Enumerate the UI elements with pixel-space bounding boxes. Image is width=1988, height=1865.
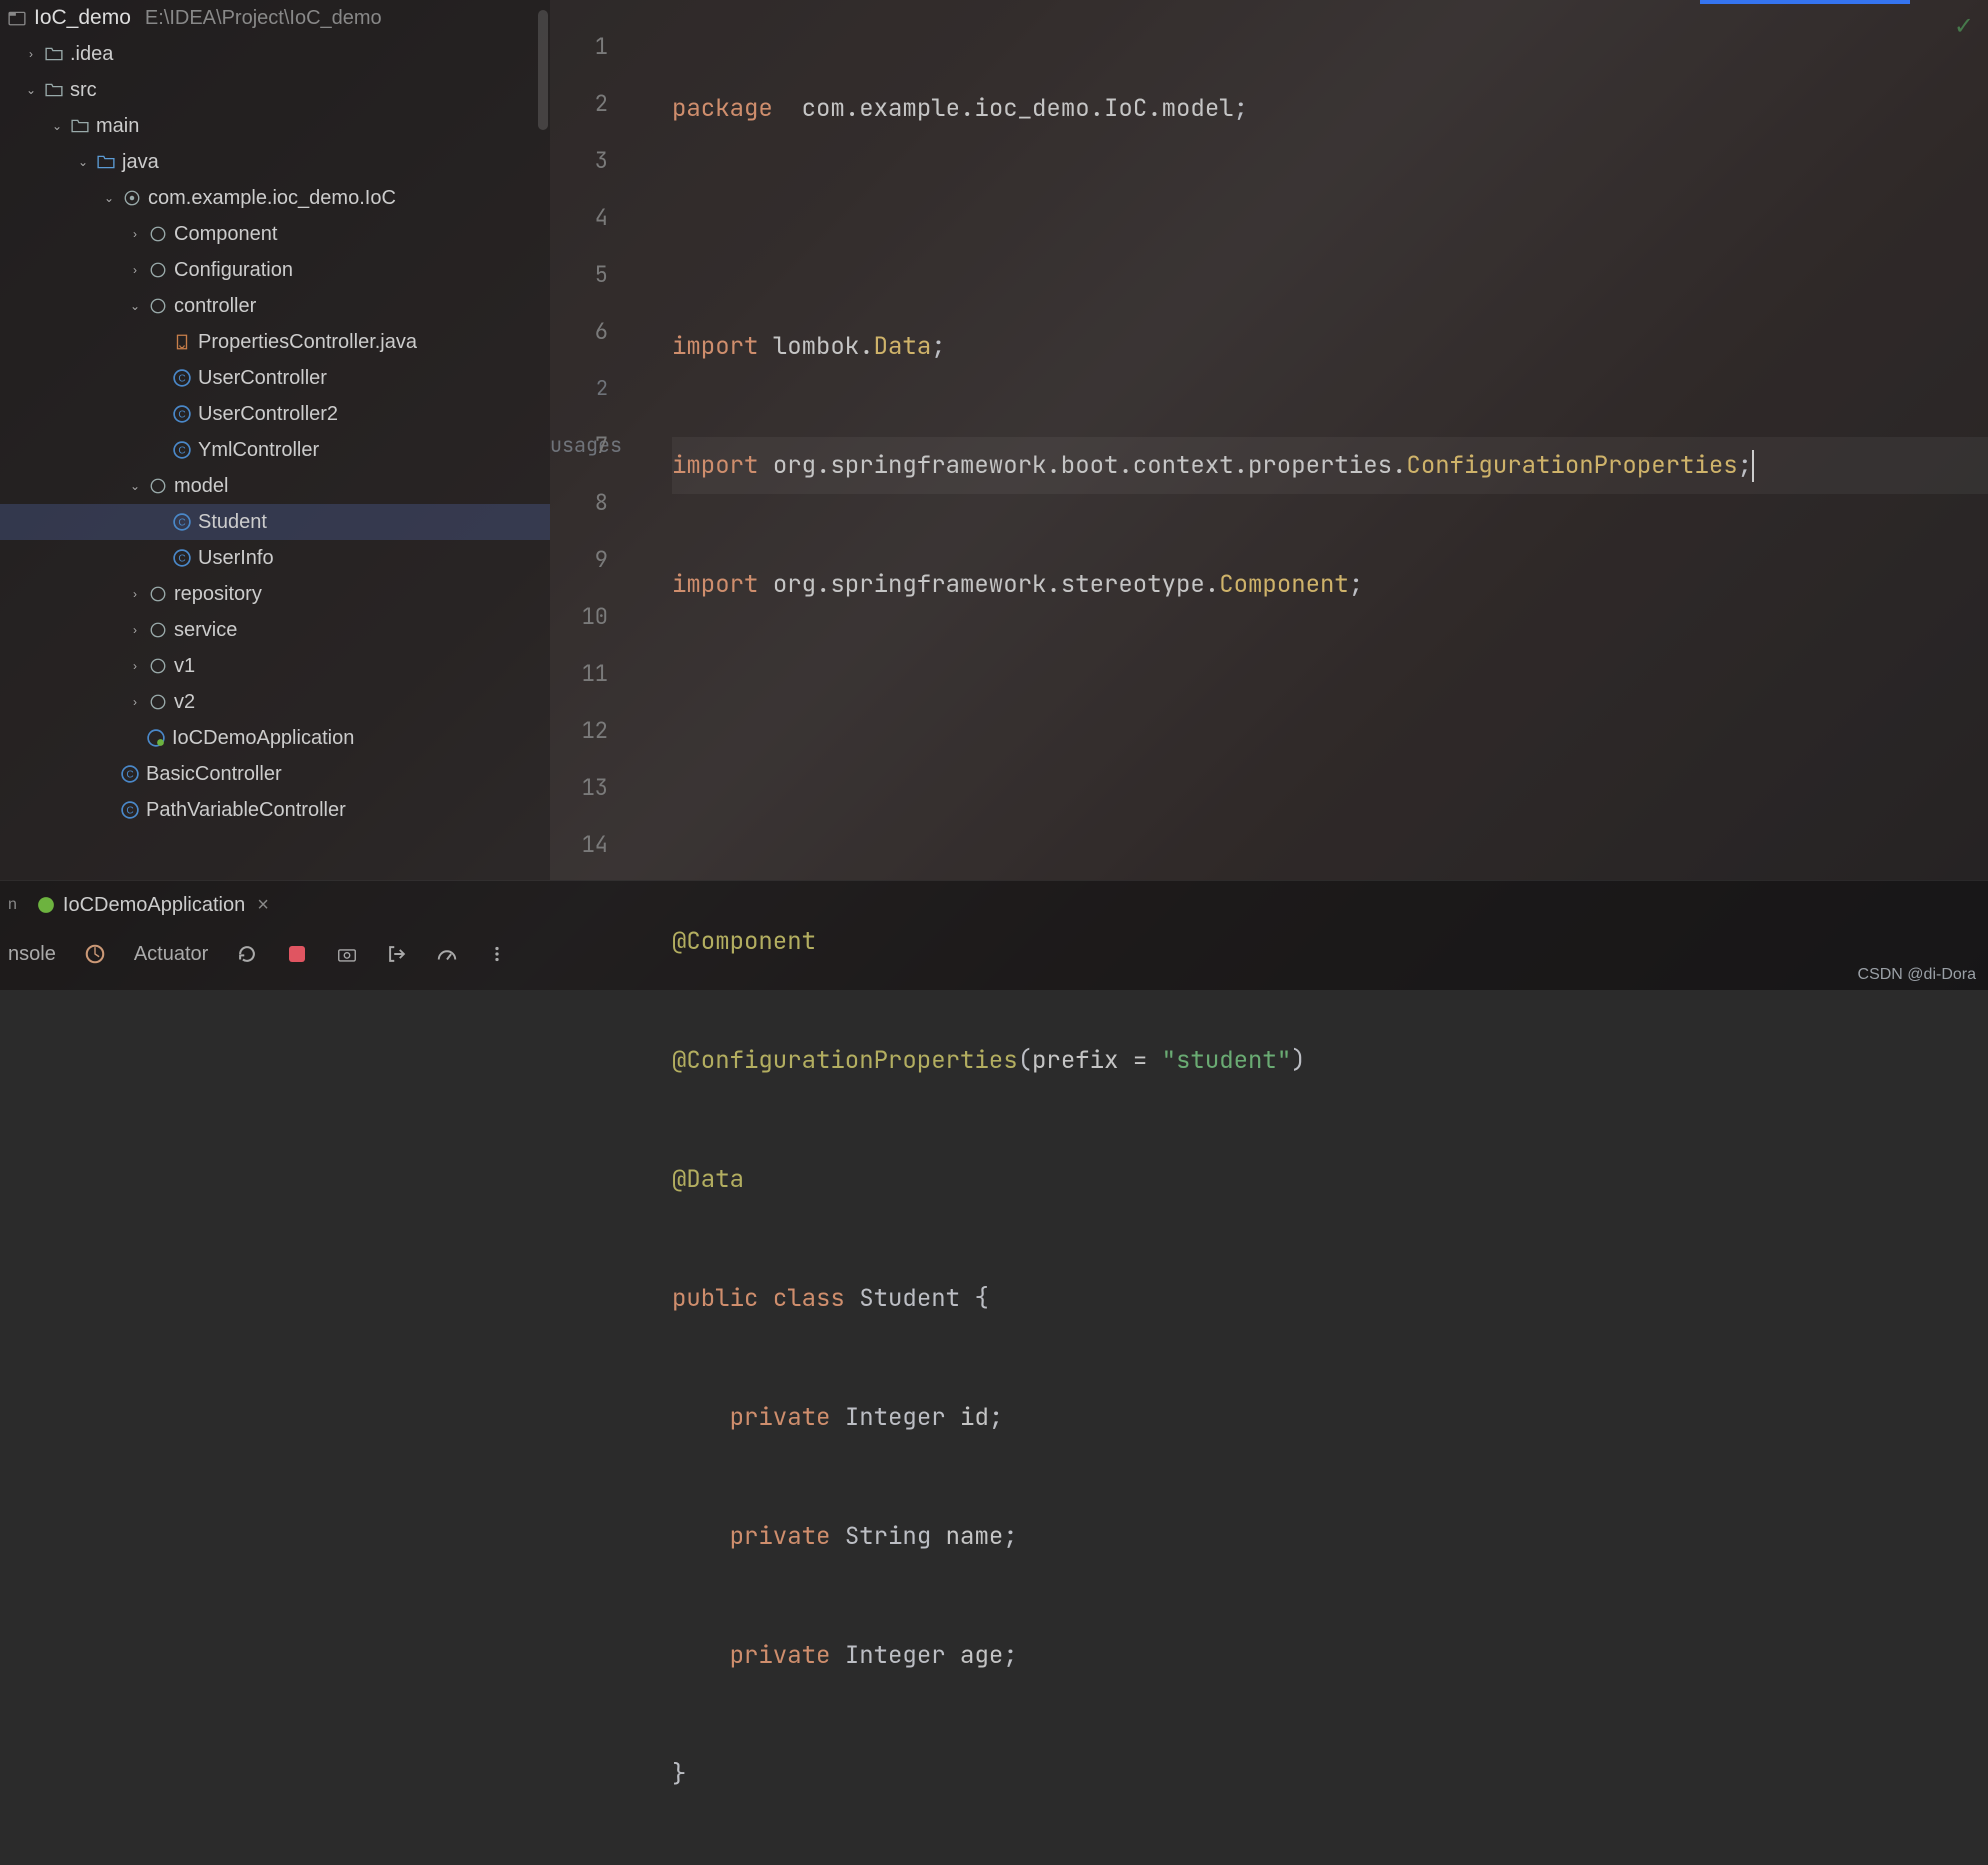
profiler-icon[interactable]	[436, 943, 458, 965]
tree-class-basic-controller[interactable]: CBasicController	[0, 756, 550, 792]
project-name: IoC_demo	[34, 6, 131, 30]
exit-icon[interactable]	[386, 943, 408, 965]
gutter: 1 2 3 4 5 6 2 usages 7 8 9 10 11 12 13 1…	[550, 0, 620, 880]
class-icon: C	[172, 404, 192, 424]
class-icon: C	[172, 368, 192, 388]
tree-pkg-model[interactable]: ⌄model	[0, 468, 550, 504]
svg-text:C: C	[178, 517, 185, 528]
caret	[1752, 450, 1754, 482]
tree-class-student[interactable]: CStudent	[0, 504, 550, 540]
source-folder-icon	[96, 152, 116, 172]
package-icon	[148, 260, 168, 280]
project-tree: ›.idea ⌄src ⌄main ⌄java ⌄com.example.ioc…	[0, 36, 550, 828]
chevron-right-icon: ›	[24, 47, 38, 61]
package-icon	[122, 188, 142, 208]
chevron-right-icon: ›	[128, 227, 142, 241]
spring-run-icon	[37, 896, 55, 914]
code-editor[interactable]: 1 2 3 4 5 6 2 usages 7 8 9 10 11 12 13 1…	[550, 0, 1988, 880]
project-path: E:\IDEA\Project\IoC_demo	[145, 7, 382, 30]
class-icon: C	[120, 800, 140, 820]
tree-class-ioc-demo-app[interactable]: IoCDemoApplication	[0, 720, 550, 756]
package-icon	[148, 476, 168, 496]
svg-text:C: C	[178, 553, 185, 564]
class-icon: C	[172, 512, 192, 532]
tree-pkg-repository[interactable]: ›repository	[0, 576, 550, 612]
tree-class-yml-controller[interactable]: CYmlController	[0, 432, 550, 468]
run-tab-ioc-demo[interactable]: IoCDemoApplication ×	[27, 888, 279, 923]
package-icon	[148, 656, 168, 676]
java-file-icon	[172, 332, 192, 352]
chevron-right-icon: ›	[128, 659, 142, 673]
spring-app-icon	[146, 728, 166, 748]
tree-file-properties-controller[interactable]: PropertiesController.java	[0, 324, 550, 360]
svg-text:C: C	[178, 445, 185, 456]
chevron-down-icon: ⌄	[50, 119, 64, 133]
tree-pkg-controller[interactable]: ⌄controller	[0, 288, 550, 324]
more-icon[interactable]	[486, 943, 508, 965]
chevron-right-icon: ›	[128, 263, 142, 277]
chevron-down-icon: ⌄	[76, 155, 90, 169]
tree-pkg-component[interactable]: ›Component	[0, 216, 550, 252]
chevron-down-icon: ⌄	[128, 299, 142, 313]
usages-hint[interactable]: 2 usages	[550, 360, 620, 417]
tree-pkg-service[interactable]: ›service	[0, 612, 550, 648]
actuator-tab[interactable]: Actuator	[134, 943, 208, 966]
svg-text:C: C	[178, 373, 185, 384]
chevron-right-icon: ›	[128, 587, 142, 601]
rerun-icon[interactable]	[236, 943, 258, 965]
chevron-right-icon: ›	[128, 695, 142, 709]
project-icon	[8, 9, 26, 27]
sidebar-scrollbar[interactable]	[538, 10, 548, 870]
class-icon: C	[120, 764, 140, 784]
tree-pkg-configuration[interactable]: ›Configuration	[0, 252, 550, 288]
package-icon	[148, 224, 168, 244]
tree-folder-src[interactable]: ⌄src	[0, 72, 550, 108]
package-icon	[148, 296, 168, 316]
svg-text:C: C	[178, 409, 185, 420]
watermark: CSDN @di-Dora	[1858, 966, 1976, 984]
tree-class-user-controller2[interactable]: CUserController2	[0, 396, 550, 432]
actuator-icon	[84, 943, 106, 965]
class-icon: C	[172, 440, 192, 460]
folder-icon	[70, 116, 90, 136]
tree-class-user-info[interactable]: CUserInfo	[0, 540, 550, 576]
svg-text:C: C	[126, 769, 133, 780]
folder-icon	[44, 80, 64, 100]
chevron-right-icon: ›	[128, 623, 142, 637]
tree-folder-main[interactable]: ⌄main	[0, 108, 550, 144]
tree-folder-idea[interactable]: ›.idea	[0, 36, 550, 72]
run-config-truncated: n	[8, 896, 17, 914]
package-icon	[148, 584, 168, 604]
project-sidebar: IoC_demo E:\IDEA\Project\IoC_demo ›.idea…	[0, 0, 550, 880]
chevron-down-icon: ⌄	[128, 479, 142, 493]
code-area[interactable]: package com.example.ioc_demo.IoC.model; …	[620, 0, 1988, 880]
class-icon: C	[172, 548, 192, 568]
chevron-down-icon: ⌄	[102, 191, 116, 205]
tree-class-user-controller[interactable]: CUserController	[0, 360, 550, 396]
package-icon	[148, 620, 168, 640]
active-tab-indicator	[1700, 0, 1910, 4]
tree-pkg-v2[interactable]: ›v2	[0, 684, 550, 720]
screenshot-icon[interactable]	[336, 943, 358, 965]
svg-text:C: C	[126, 805, 133, 816]
tree-package-root[interactable]: ⌄com.example.ioc_demo.IoC	[0, 180, 550, 216]
folder-icon	[44, 44, 64, 64]
tree-folder-java[interactable]: ⌄java	[0, 144, 550, 180]
package-icon	[148, 692, 168, 712]
tree-class-path-var-controller[interactable]: CPathVariableController	[0, 792, 550, 828]
tree-pkg-v1[interactable]: ›v1	[0, 648, 550, 684]
close-tab-icon[interactable]: ×	[257, 894, 269, 917]
stop-icon[interactable]	[286, 943, 308, 965]
console-tab[interactable]: nsole	[8, 943, 56, 966]
project-header[interactable]: IoC_demo E:\IDEA\Project\IoC_demo	[0, 0, 550, 36]
chevron-down-icon: ⌄	[24, 83, 38, 97]
